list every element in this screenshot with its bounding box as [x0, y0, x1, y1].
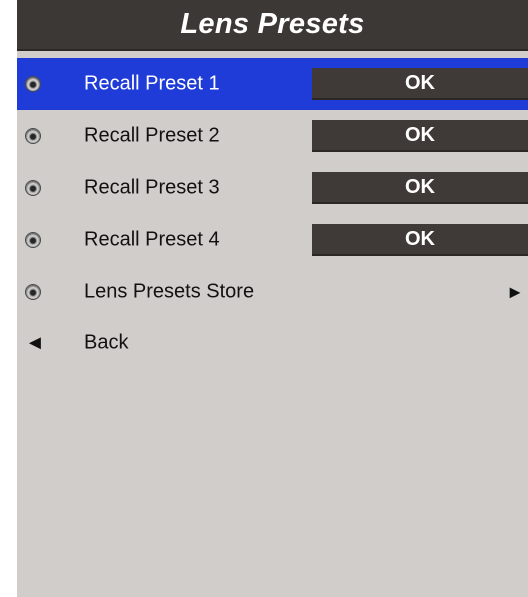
bullet-icon	[26, 77, 40, 91]
submenu-arrow-icon: ►	[506, 282, 524, 302]
back-arrow-icon: ◄	[25, 332, 45, 354]
menu-item-recall-preset-3[interactable]: Recall Preset 3 OK	[17, 162, 528, 214]
recall-preset-2-ok-button[interactable]: OK	[312, 120, 528, 152]
recall-preset-1-ok-button[interactable]: OK	[312, 68, 528, 100]
menu-title: Lens Presets	[180, 8, 365, 40]
bullet-icon	[26, 285, 40, 299]
menu-item-label: Recall Preset 3	[84, 176, 220, 199]
recall-preset-3-ok-button[interactable]: OK	[312, 172, 528, 204]
menu-item-recall-preset-4[interactable]: Recall Preset 4 OK	[17, 214, 528, 266]
menu-item-lens-presets-store[interactable]: Lens Presets Store ►	[17, 266, 528, 318]
menu-item-label: Recall Preset 2	[84, 124, 220, 147]
menu-header: Lens Presets	[17, 0, 528, 51]
menu-item-recall-preset-2[interactable]: Recall Preset 2 OK	[17, 110, 528, 162]
menu-item-label: Recall Preset 1	[84, 72, 220, 95]
menu-item-back[interactable]: ◄ Back	[17, 317, 528, 369]
bullet-icon	[26, 181, 40, 195]
menu-item-label: Recall Preset 4	[84, 228, 220, 251]
bullet-icon	[26, 129, 40, 143]
bullet-icon	[26, 233, 40, 247]
lens-presets-menu: Lens Presets Recall Preset 1 OK Recall P…	[17, 0, 528, 597]
menu-item-label: Lens Presets Store	[84, 280, 255, 303]
menu-item-label: Back	[84, 331, 129, 354]
menu-item-recall-preset-1[interactable]: Recall Preset 1 OK	[17, 58, 528, 110]
recall-preset-4-ok-button[interactable]: OK	[312, 224, 528, 256]
